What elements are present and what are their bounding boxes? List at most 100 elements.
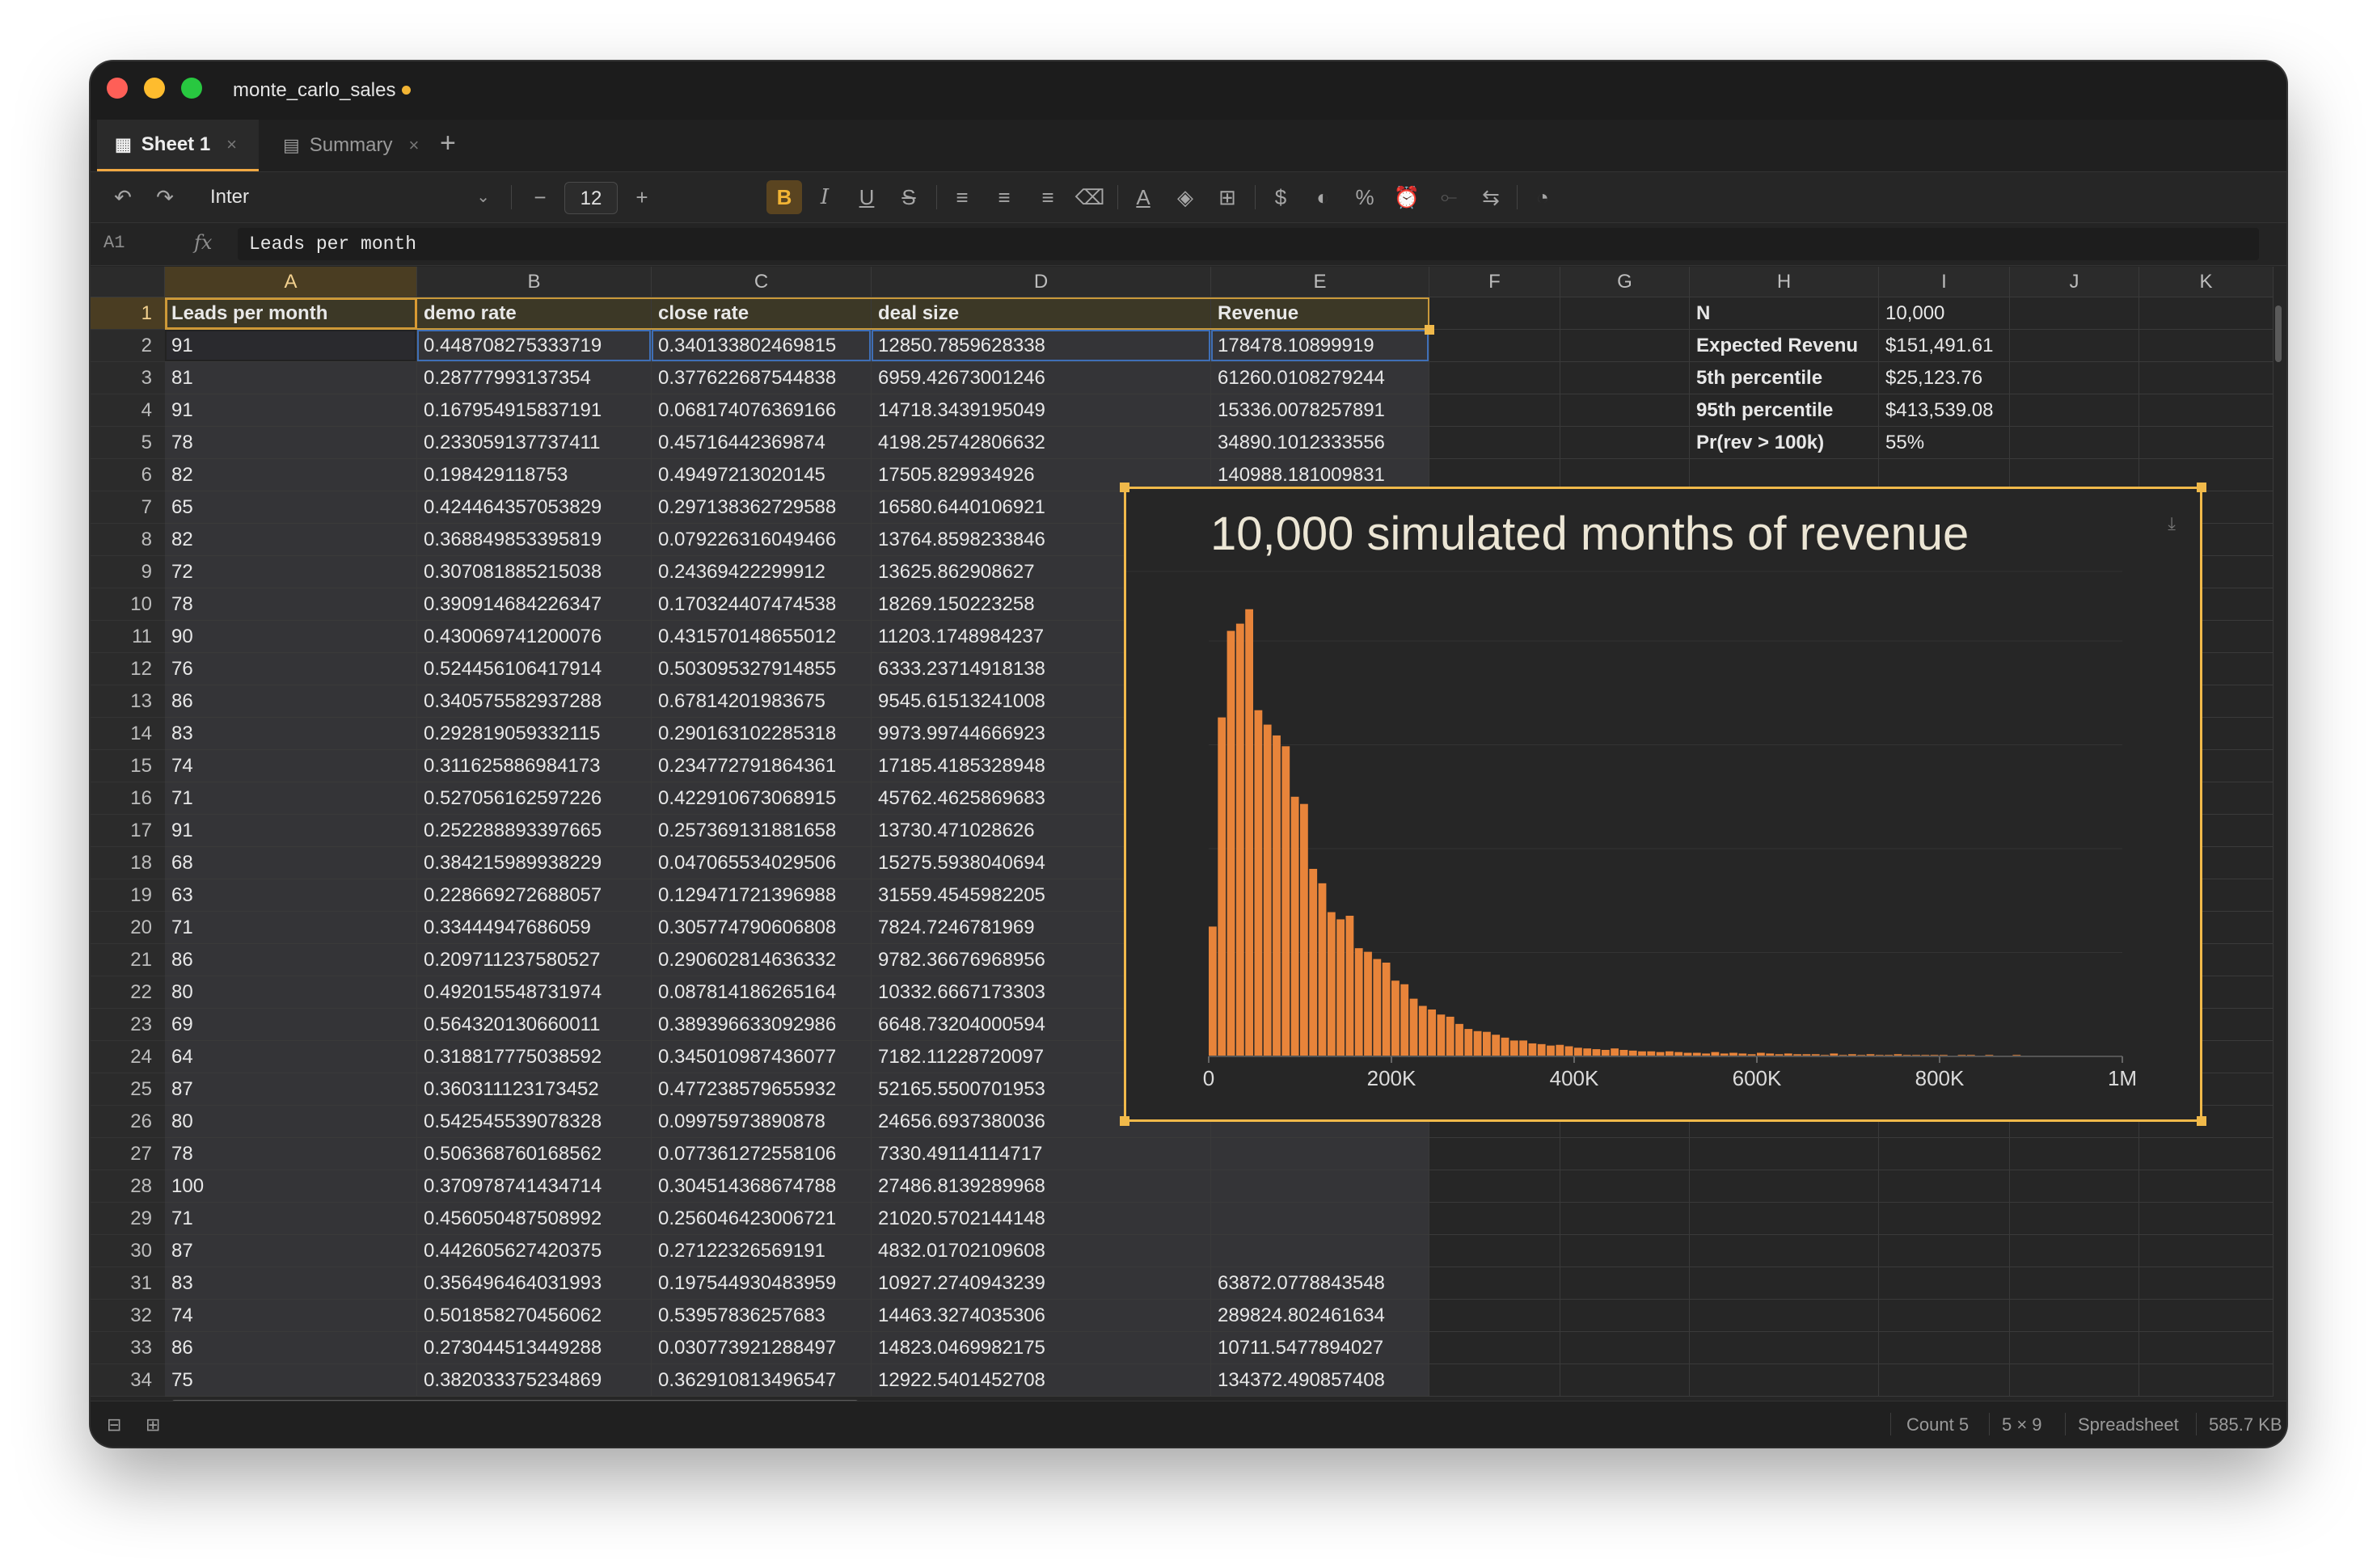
fill-handle[interactable] [1425,325,1434,335]
table-cell[interactable]: 0.390914684226347 [417,588,652,621]
row-header[interactable]: 5 [91,427,165,459]
underline-button[interactable]: U [851,180,883,214]
table-cell[interactable] [1690,1364,1879,1397]
table-cell[interactable]: 0.503095327914855 [652,653,872,685]
table-cell[interactable]: 14718.3439195049 [872,394,1211,427]
text-color-icon[interactable]: A [1127,180,1159,214]
minimize-window-button[interactable] [144,78,165,99]
table-cell[interactable]: 61260.0108279244 [1211,362,1429,394]
row-header[interactable]: 17 [91,815,165,847]
table-cell[interactable]: 0.424464357053829 [417,491,652,524]
table-cell[interactable]: 0.297138362729588 [652,491,872,524]
row-header[interactable]: 10 [91,588,165,621]
table-cell[interactable]: 12922.5401452708 [872,1364,1211,1397]
align-right-icon[interactable]: ≡ [1032,180,1064,214]
table-cell[interactable]: 0.129471721396988 [652,879,872,912]
row-header[interactable]: 30 [91,1235,165,1267]
table-cell[interactable]: 0.422910673068915 [652,782,872,815]
table-cell[interactable]: 0.53957836257683 [652,1300,872,1332]
table-cell[interactable] [1879,1235,2010,1267]
table-cell[interactable]: 0.197544930483959 [652,1267,872,1300]
table-cell[interactable] [1560,1364,1690,1397]
table-cell[interactable]: 86 [165,685,417,718]
currency-icon[interactable]: $ [1264,180,1297,214]
table-cell[interactable]: 0.67814201983675 [652,685,872,718]
link-icon[interactable]: ⟜ [1433,180,1465,214]
table-cell[interactable]: 0.209711237580527 [417,944,652,976]
summary-value-cell[interactable]: $151,491.61 [1879,330,2010,362]
table-cell[interactable] [1429,297,1560,330]
table-cell[interactable] [2010,1364,2139,1397]
chart-pie-icon[interactable]: ◔ [1526,180,1559,214]
table-cell[interactable] [2139,1364,2274,1397]
table-cell[interactable] [1429,330,1560,362]
resize-handle[interactable] [1120,1116,1129,1126]
table-cell[interactable] [1879,1138,2010,1170]
row-header[interactable]: 32 [91,1300,165,1332]
row-header[interactable]: 16 [91,782,165,815]
summary-value-cell[interactable]: $413,539.08 [1879,394,2010,427]
cell-reference[interactable]: A1 [103,233,125,253]
table-cell[interactable]: 86 [165,1332,417,1364]
table-cell[interactable] [1690,1138,1879,1170]
table-cell[interactable] [1429,362,1560,394]
table-cell[interactable]: 0.377622687544838 [652,362,872,394]
row-header[interactable]: 21 [91,944,165,976]
column-header-d[interactable]: D [872,267,1211,297]
histogram-chart[interactable]: 10,000 simulated months of revenue ⤓ 0 20… [1120,483,2206,1126]
column-header-e[interactable]: E [1211,267,1429,297]
table-cell[interactable] [2010,1332,2139,1364]
column-title-cell[interactable]: demo rate [417,297,652,330]
table-cell[interactable]: 0.527056162597226 [417,782,652,815]
table-cell[interactable] [2139,1300,2274,1332]
table-cell[interactable]: 0.542545539078328 [417,1106,652,1138]
table-cell[interactable] [2139,1235,2274,1267]
table-cell[interactable]: 0.047065534029506 [652,847,872,879]
table-cell[interactable] [1211,1235,1429,1267]
column-header-j[interactable]: J [2010,267,2139,297]
table-cell[interactable]: 0.45716442369874 [652,427,872,459]
column-title-cell[interactable]: Revenue [1211,297,1429,330]
italic-button[interactable]: I [809,180,841,214]
table-cell[interactable] [1429,1203,1560,1235]
table-cell[interactable] [2139,394,2274,427]
table-cell[interactable]: 0.257369131881658 [652,815,872,847]
table-cell[interactable]: 178478.10899919 [1211,330,1429,362]
zoom-window-button[interactable] [181,78,202,99]
table-cell[interactable]: 0.09975973890878 [652,1106,872,1138]
row-header[interactable]: 23 [91,1009,165,1041]
table-cell[interactable] [2010,427,2139,459]
table-cell[interactable]: 63872.0778843548 [1211,1267,1429,1300]
alarm-clock-icon[interactable]: ⏰ [1391,180,1423,214]
table-cell[interactable] [1429,1332,1560,1364]
table-cell[interactable]: 0.170324407474538 [652,588,872,621]
column-header-f[interactable]: F [1429,267,1560,297]
table-cell[interactable]: 78 [165,1138,417,1170]
tab-summary[interactable]: ▤ Summary × [265,120,435,171]
align-left-icon[interactable]: ≡ [946,180,978,214]
select-all-corner[interactable] [91,267,165,297]
table-cell[interactable]: 0.234772791864361 [652,750,872,782]
table-cell[interactable] [1560,394,1690,427]
table-cell[interactable]: 0.492015548731974 [417,976,652,1009]
table-cell[interactable] [1429,1170,1560,1203]
table-cell[interactable]: 10927.2740943239 [872,1267,1211,1300]
table-cell[interactable]: 34890.1012333556 [1211,427,1429,459]
table-cell[interactable]: 91 [165,330,417,362]
table-cell[interactable] [2010,362,2139,394]
table-cell[interactable]: 74 [165,750,417,782]
increase-font-size-button[interactable]: + [626,180,658,214]
table-cell[interactable]: 69 [165,1009,417,1041]
row-header[interactable]: 28 [91,1170,165,1203]
table-cell[interactable] [1429,1267,1560,1300]
table-cell[interactable] [2139,330,2274,362]
table-cell[interactable]: 0.305774790606808 [652,912,872,944]
table-cell[interactable]: 0.233059137737411 [417,427,652,459]
summary-label-cell[interactable]: Expected Revenu [1690,330,1879,362]
table-cell[interactable]: 21020.5702144148 [872,1203,1211,1235]
clear-format-icon[interactable]: ⌫ [1074,180,1106,214]
close-tab-icon[interactable]: × [408,135,419,156]
row-header[interactable]: 25 [91,1073,165,1106]
row-header[interactable]: 26 [91,1106,165,1138]
table-cell[interactable] [1879,1203,2010,1235]
